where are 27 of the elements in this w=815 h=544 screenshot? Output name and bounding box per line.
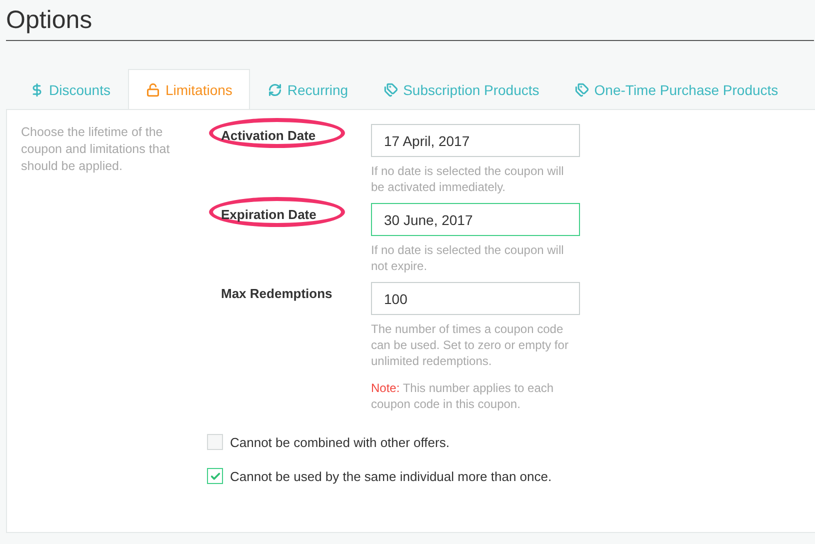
- page-title: Options: [6, 0, 814, 41]
- description-text: Choose the lifetime of the coupon and limitations that should be applied.: [21, 124, 171, 175]
- refresh-icon: [268, 82, 282, 96]
- tab[interactable]: Discounts: [12, 69, 128, 109]
- note-text: Note: This number applies to each coupon code in this coupon.: [371, 380, 555, 412]
- help-text: The number of times a coupon code can be used. Set to zero or empty for unlimited redemptions.: [371, 321, 570, 369]
- input-field[interactable]: 17 April, 2017: [371, 124, 580, 157]
- checkbox-label: Cannot be combined with other offers.: [230, 434, 450, 450]
- checkbox[interactable]: [207, 434, 223, 450]
- unlock-icon: [146, 82, 160, 96]
- checkbox[interactable]: [207, 468, 223, 484]
- input-field[interactable]: 100: [371, 282, 580, 315]
- checkbox-label: Cannot be used by the same individual more than once.: [230, 468, 552, 484]
- field-label: Max Redemptions: [221, 286, 332, 301]
- help-text: If no date is selected the coupon will not expire.: [371, 242, 565, 274]
- input-field[interactable]: 30 June, 2017: [371, 203, 580, 236]
- tags-icon: [575, 82, 590, 96]
- tab[interactable]: Subscription Products: [366, 69, 558, 109]
- dollar-icon: [30, 82, 44, 96]
- check-icon: [210, 470, 220, 482]
- tab[interactable]: Recurring: [250, 69, 366, 109]
- help-text: If no date is selected the coupon will be activated immediately.: [371, 163, 565, 195]
- tags-icon: [384, 82, 398, 96]
- field-label: Activation Date: [221, 128, 316, 143]
- field-label: Expiration Date: [221, 207, 316, 222]
- tab[interactable]: One-Time Purchase Products: [557, 69, 796, 109]
- tab[interactable]: Limitations: [128, 69, 250, 109]
